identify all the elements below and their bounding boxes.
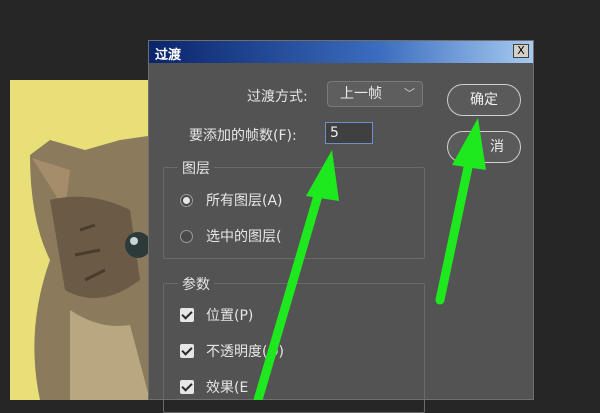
close-icon: X (517, 44, 525, 57)
chevron-down-icon: ﹀ (404, 87, 415, 100)
checkbox-position-label: 位置(P) (206, 308, 254, 324)
dialog-titlebar[interactable]: 过渡 X (149, 41, 533, 63)
checkbox-effects-label: 效果(E (206, 380, 249, 396)
radio-selected-layers-label: 选中的图层( (206, 229, 282, 245)
cancel-button[interactable]: 消 (447, 131, 521, 163)
transition-dialog: 过渡 X 过渡方式: 上一帧 ﹀ 要添加的帧数(F): 5 确定 消 图层 所有… (148, 40, 534, 413)
close-button[interactable]: X (513, 44, 529, 58)
checkbox-opacity-label: 不透明度(O) (206, 344, 284, 360)
transition-method-label: 过渡方式: (247, 89, 308, 105)
params-group: 参数 位置(P) 不透明度(O) 效果(E (163, 274, 425, 413)
frames-to-add-label: 要添加的帧数(F): (189, 128, 297, 144)
kitten-illustration (10, 80, 155, 400)
params-group-title: 参数 (178, 274, 214, 294)
checkbox-checked[interactable] (180, 308, 194, 322)
frames-to-add-input[interactable]: 5 (325, 122, 373, 144)
transition-method-value: 上一帧 (340, 86, 382, 102)
dialog-title: 过渡 (155, 48, 182, 63)
checkbox-checked[interactable] (180, 380, 194, 394)
layers-group: 图层 所有图层(A) 选中的图层( (163, 158, 425, 259)
ok-button[interactable]: 确定 (447, 84, 521, 116)
frames-to-add-value: 5 (330, 125, 339, 141)
radio-button-selected[interactable] (180, 194, 193, 207)
transition-method-select[interactable]: 上一帧 ﹀ (327, 81, 423, 107)
radio-all-layers-label: 所有图层(A) (206, 193, 283, 209)
checkbox-checked[interactable] (180, 344, 194, 358)
layers-group-title: 图层 (178, 158, 214, 178)
background-kitten-image (10, 80, 155, 400)
radio-button[interactable] (180, 230, 193, 243)
